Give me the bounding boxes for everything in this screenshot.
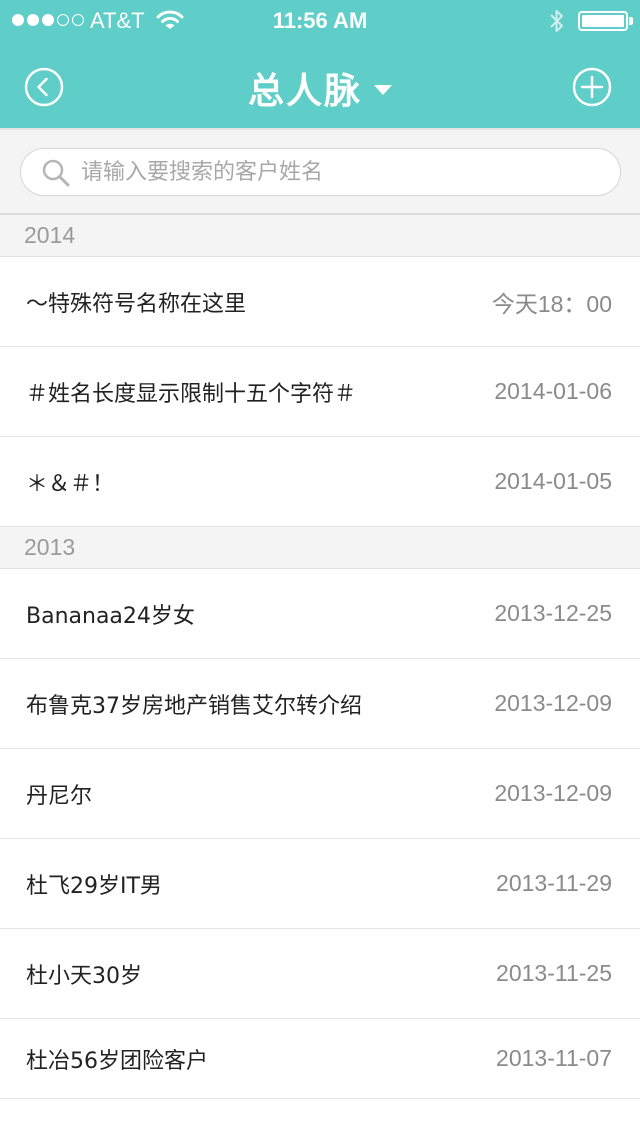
- contact-date: 2013-12-25: [494, 600, 612, 626]
- contact-row[interactable]: 丹尼尔 2013-12-09: [0, 749, 640, 839]
- battery-tip: [629, 17, 633, 25]
- contact-date: 2014-01-05: [494, 468, 612, 494]
- contact-name: ＃姓名长度显示限制十五个字符＃: [26, 381, 357, 407]
- contact-date: 2014-01-06: [494, 378, 612, 404]
- search-box[interactable]: [20, 148, 621, 196]
- contact-date: 2013-11-07: [496, 1045, 612, 1071]
- contact-row[interactable]: 杜小天30岁 2013-11-25: [0, 929, 640, 1019]
- bluetooth-icon: [550, 10, 563, 32]
- contact-name: 杜小天30岁: [26, 963, 142, 989]
- contact-row[interactable]: ＃姓名长度显示限制十五个字符＃ 2014-01-06: [0, 347, 640, 437]
- page-title: 总人脉: [247, 71, 362, 112]
- contact-name: ＊＆＃！: [26, 471, 115, 497]
- battery-icon: [578, 11, 628, 31]
- search-bar: [0, 128, 640, 215]
- contact-name: 杜飞29岁IT男: [26, 873, 162, 899]
- contact-name: Bananaa24岁女: [26, 603, 195, 629]
- status-time: 11:56 AM: [272, 8, 368, 33]
- search-input[interactable]: [81, 155, 601, 189]
- contact-row[interactable]: ＊＆＃！ 2014-01-05: [0, 437, 640, 527]
- contact-row[interactable]: 杜飞29岁IT男 2013-11-29: [0, 839, 640, 929]
- contact-name: 丹尼尔: [26, 783, 93, 809]
- nav-header: AT&T 11:56 AM 总人脉: [0, 0, 640, 128]
- contact-date: 今天18：00: [491, 290, 612, 317]
- add-contact-button[interactable]: [572, 67, 612, 107]
- contact-date: 2013-12-09: [494, 690, 612, 716]
- contact-row[interactable]: 布鲁克37岁房地产销售艾尔转介绍 2013-12-09: [0, 659, 640, 749]
- search-icon: [42, 159, 70, 187]
- status-bar: AT&T 11:56 AM: [0, 0, 640, 40]
- contact-row[interactable]: Bananaa24岁女 2013-12-25: [0, 569, 640, 659]
- contact-date: 2013-11-25: [496, 960, 612, 986]
- contact-date: 2013-11-29: [496, 870, 612, 896]
- contact-name: ～特殊符号名称在这里: [26, 291, 247, 317]
- contact-name: 杜冶56岁团险客户: [26, 1048, 208, 1074]
- contact-row[interactable]: 杜冶56岁团险客户 2013-11-07: [0, 1019, 640, 1099]
- section-header-2013: 2013: [0, 527, 640, 569]
- contact-date: 2013-12-09: [494, 780, 612, 806]
- contact-row[interactable]: ～特殊符号名称在这里 今天18：00: [0, 257, 640, 347]
- contact-name: 布鲁克37岁房地产销售艾尔转介绍: [26, 693, 362, 719]
- caret-down-icon: [374, 85, 392, 95]
- title-dropdown[interactable]: 总人脉: [0, 62, 640, 114]
- section-header-2014: 2014: [0, 215, 640, 257]
- contact-list: 2014 ～特殊符号名称在这里 今天18：00 ＃姓名长度显示限制十五个字符＃ …: [0, 215, 640, 1099]
